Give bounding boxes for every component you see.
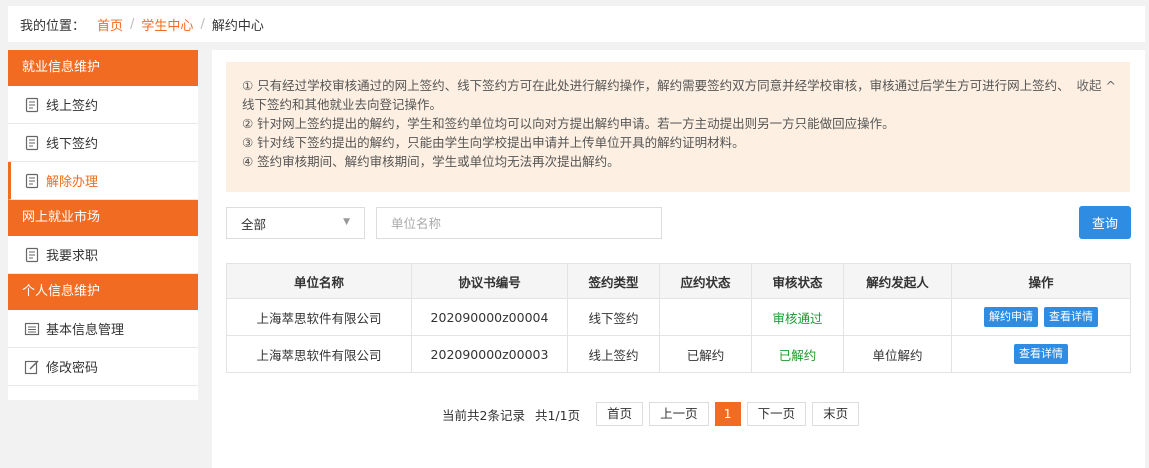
sidebar-item-change-password[interactable]: 修改密码 xyxy=(8,348,198,386)
view-details-button[interactable]: 查看详情 xyxy=(1014,344,1068,364)
first-page-button[interactable]: 首页 xyxy=(596,402,644,426)
document-icon xyxy=(24,247,40,263)
sidebar: 就业信息维护 线上签约 线下签约 解除办理 网上就业市场 我要求职 个人信息维护… xyxy=(8,50,198,400)
sidebar-item-job-seek[interactable]: 我要求职 xyxy=(8,236,198,274)
breadcrumb-separator: / xyxy=(130,16,135,32)
table-header: 应约状态 xyxy=(659,263,752,299)
cell-sign-type: 线下签约 xyxy=(567,298,660,336)
table-header: 单位名称 xyxy=(226,263,412,299)
termination-table: 单位名称 协议书编号 签约类型 应约状态 审核状态 解约发起人 操作 上海萃思软… xyxy=(226,263,1131,373)
cell-agreement-no: 202090000z00004 xyxy=(411,298,568,336)
cell-actions: 解约申请 查看详情 xyxy=(951,298,1131,336)
sidebar-item-label: 基本信息管理 xyxy=(46,323,125,338)
prev-page-button[interactable]: 上一页 xyxy=(649,402,709,426)
table-header: 解约发起人 xyxy=(843,263,952,299)
cell-company: 上海萃思软件有限公司 xyxy=(226,335,412,373)
table-header-row: 单位名称 协议书编号 签约类型 应约状态 审核状态 解约发起人 操作 xyxy=(226,263,1131,299)
cell-initiator xyxy=(843,298,952,336)
notice-line: ④ 签约审核期间、解约审核期间，学生或单位均无法再次提出解约。 xyxy=(242,154,620,169)
cell-sign-type: 线上签约 xyxy=(567,335,660,373)
next-page-button[interactable]: 下一页 xyxy=(746,402,807,426)
cell-appointment-status xyxy=(659,298,752,336)
cell-review-status: 审核通过 xyxy=(751,298,844,336)
sidebar-item-label: 线上签约 xyxy=(46,99,99,114)
status-filter-select[interactable]: 全部 ▼ xyxy=(226,207,365,239)
document-icon xyxy=(24,173,40,189)
collapse-toggle[interactable]: 收起 ^ xyxy=(1077,76,1116,95)
breadcrumb-student-center[interactable]: 学生中心 xyxy=(141,15,193,34)
breadcrumb-separator: / xyxy=(200,16,205,32)
breadcrumb-home[interactable]: 首页 xyxy=(97,15,123,34)
cell-initiator: 单位解约 xyxy=(843,335,952,373)
sidebar-item-termination[interactable]: 解除办理 xyxy=(8,162,198,200)
sidebar-section-job-market: 网上就业市场 xyxy=(8,200,198,236)
edit-icon xyxy=(24,359,40,375)
list-icon xyxy=(24,321,40,337)
sidebar-item-label: 解除办理 xyxy=(46,175,99,190)
sidebar-item-basic-info[interactable]: 基本信息管理 xyxy=(8,310,198,348)
sidebar-item-offline-sign[interactable]: 线下签约 xyxy=(8,124,198,162)
sidebar-item-label: 线下签约 xyxy=(46,137,99,152)
table-header: 协议书编号 xyxy=(411,263,568,299)
notice-line: ③ 针对线下签约提出的解约，只能由学生向学校提出申请并上传单位开具的解约证明材料… xyxy=(242,135,745,150)
company-name-input[interactable] xyxy=(376,207,662,239)
notice-panel: ① 只有经过学校审核通过的网上签约、线下签约方可在此处进行解约操作，解约需要签约… xyxy=(226,62,1130,192)
sidebar-item-label: 我要求职 xyxy=(46,249,99,264)
apply-termination-button[interactable]: 解约申请 xyxy=(984,307,1038,327)
table-header: 签约类型 xyxy=(567,263,660,299)
table-header: 审核状态 xyxy=(751,263,844,299)
table-row: 上海萃思软件有限公司 202090000z00003 线上签约 已解约 已解约 … xyxy=(226,335,1131,373)
breadcrumb-current: 解约中心 xyxy=(211,18,264,34)
current-page-button[interactable]: 1 xyxy=(714,402,741,426)
cell-review-status: 已解约 xyxy=(751,335,844,373)
cell-company: 上海萃思软件有限公司 xyxy=(226,298,412,336)
sidebar-section-employment-info: 就业信息维护 xyxy=(8,50,198,86)
breadcrumb: 我的位置： 首页 / 学生中心 / 解约中心 xyxy=(8,6,1145,42)
pagination-total: 当前共2条记录 xyxy=(442,407,525,423)
main-content: ① 只有经过学校审核通过的网上签约、线下签约方可在此处进行解约操作，解约需要签约… xyxy=(212,50,1145,468)
document-icon xyxy=(24,97,40,113)
notice-line: ① 只有经过学校审核通过的网上签约、线下签约方可在此处进行解约操作，解约需要签约… xyxy=(242,78,1070,112)
sidebar-item-label: 修改密码 xyxy=(46,361,99,376)
sidebar-item-online-sign[interactable]: 线上签约 xyxy=(8,86,198,124)
view-details-button[interactable]: 查看详情 xyxy=(1043,307,1098,327)
table-header: 操作 xyxy=(951,263,1131,299)
cell-agreement-no: 202090000z00003 xyxy=(411,335,568,373)
query-button[interactable]: 查询 xyxy=(1079,206,1131,239)
document-icon xyxy=(24,135,40,151)
chevron-down-icon: ▼ xyxy=(343,217,350,227)
breadcrumb-prefix: 我的位置： xyxy=(20,18,86,34)
status-filter-value: 全部 xyxy=(241,216,267,232)
cell-actions: 查看详情 xyxy=(951,335,1131,373)
table-row: 上海萃思软件有限公司 202090000z00004 线下签约 审核通过 解约申… xyxy=(226,298,1131,336)
last-page-button[interactable]: 末页 xyxy=(812,402,860,426)
sidebar-section-personal-info: 个人信息维护 xyxy=(8,274,198,310)
cell-appointment-status: 已解约 xyxy=(659,335,752,373)
pagination-page-info: 共1/1页 xyxy=(534,407,581,423)
notice-line: ② 针对网上签约提出的解约，学生和签约单位均可以向对方提出解约申请。若一方主动提… xyxy=(242,116,895,131)
pagination: 当前共2条记录 共1/1页 首页 上一页 1 下一页 末页 xyxy=(442,402,865,426)
